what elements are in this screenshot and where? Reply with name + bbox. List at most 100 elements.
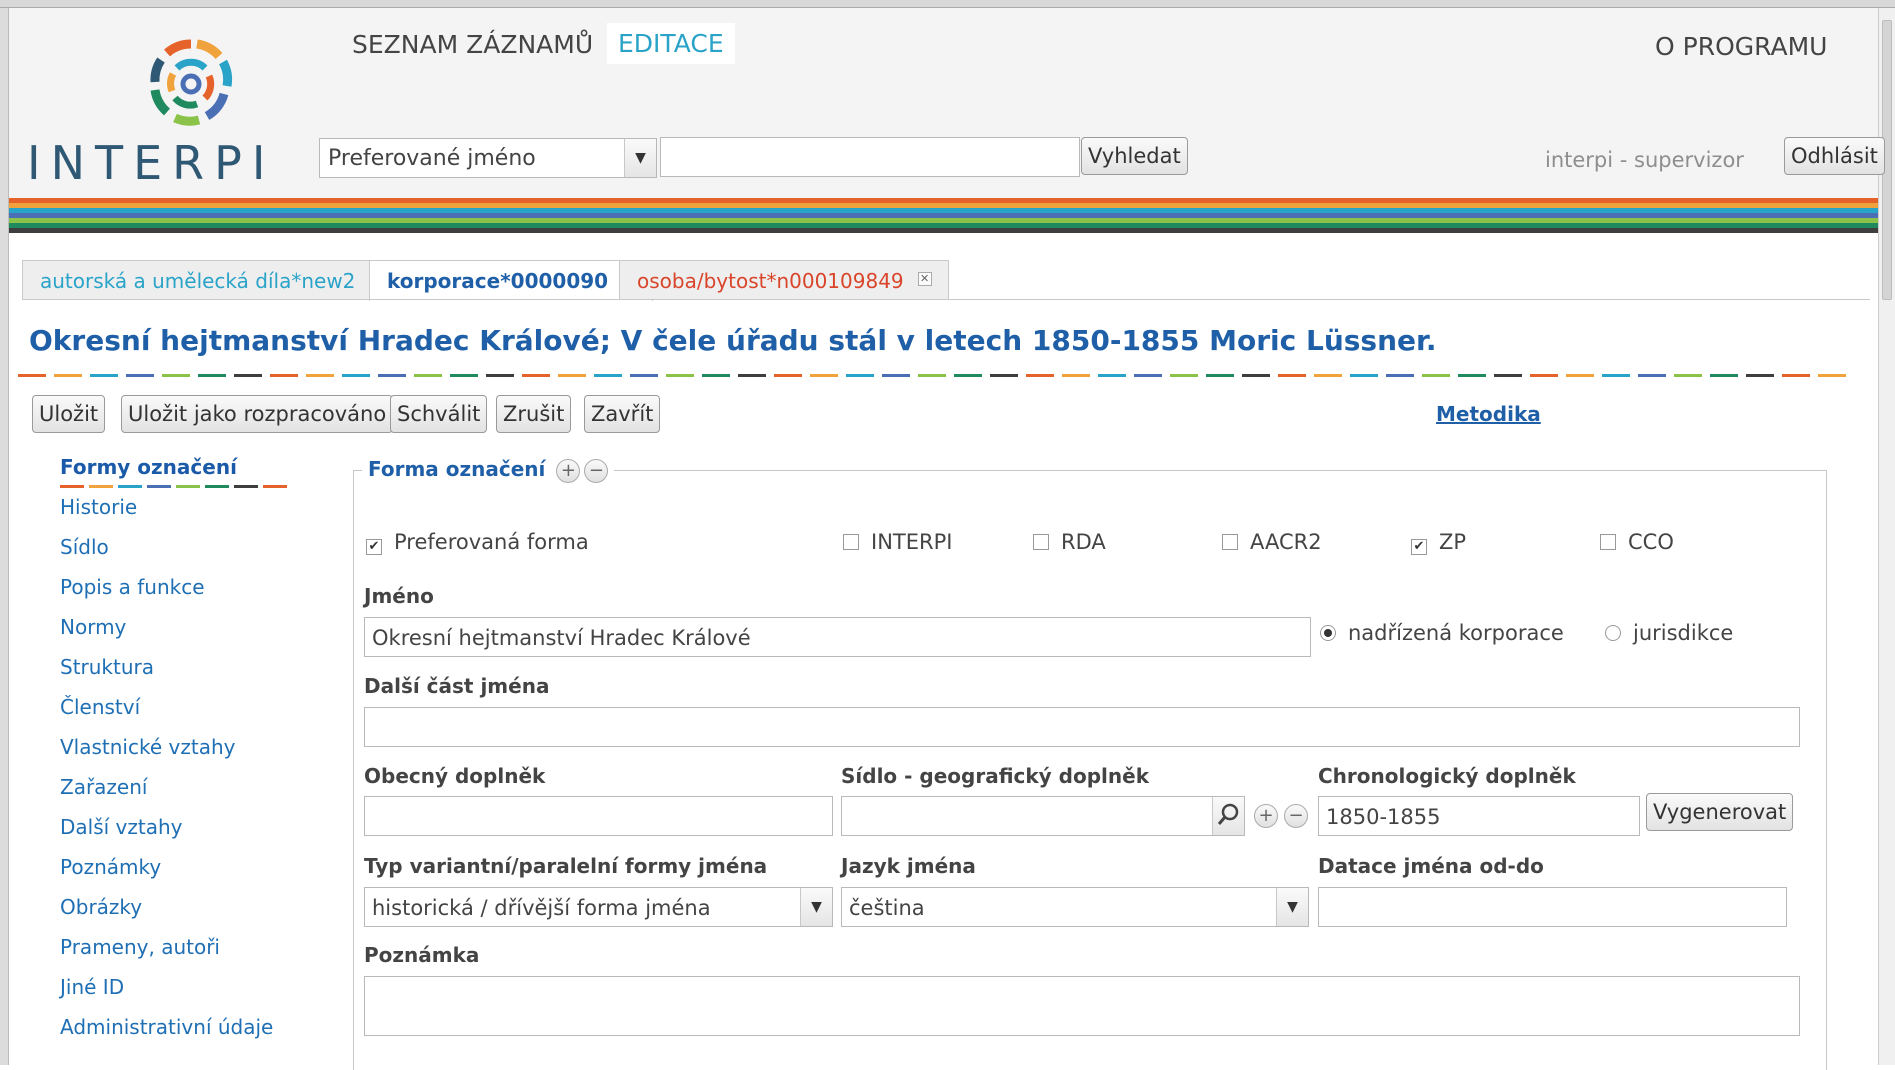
nav-edit-link[interactable]: EDITACE [607,23,735,64]
sidebar-item-sources[interactable]: Prameny, autoři [60,935,220,959]
color-stripe [9,228,1878,233]
sidebar-item-admin[interactable]: Administrativní údaje [60,1015,273,1039]
minus-icon[interactable]: − [584,458,609,483]
jurisdiction-radio[interactable]: jurisdikce [1605,621,1733,645]
sidebar-item-ownership[interactable]: Vlastnické vztahy [60,735,235,759]
general-addition-input[interactable] [364,796,833,836]
search-button[interactable]: Vyhledat [1081,137,1188,175]
checkbox-icon[interactable] [843,534,859,550]
plus-icon[interactable]: + [556,458,581,483]
dating-input[interactable] [1318,887,1787,927]
tab-person[interactable]: osoba/bytost*n000109849 ✕ [619,260,949,300]
divider-dash [1314,374,1342,377]
variant-type-select[interactable]: historická / dřívější forma jména ▼ [364,887,833,927]
divider-dash [990,374,1018,377]
preferred-checkbox[interactable]: ✔ Preferovaná forma [366,530,589,555]
divider-dash [205,485,229,488]
radio-icon[interactable] [1605,625,1621,641]
minus-icon[interactable]: − [1284,804,1308,828]
plus-icon[interactable]: + [1254,804,1278,828]
dating-label: Datace jména od-do [1318,854,1544,878]
divider-dash [846,374,874,377]
checkbox-checked-icon[interactable]: ✔ [366,539,382,555]
sidebar-item-forms[interactable]: Formy označení [60,455,237,479]
divider-dash [60,485,84,488]
divider-dash [176,485,200,488]
close-button[interactable]: Zavřít [584,395,661,433]
divider-dash [918,374,946,377]
cancel-button[interactable]: Zrušit [496,395,572,433]
methodology-link[interactable]: Metodika [1436,402,1541,426]
sidebar-item-norms[interactable]: Normy [60,615,126,639]
current-user: interpi - supervizor [1545,148,1744,172]
search-icon[interactable] [1212,797,1244,835]
divider-dash [1170,374,1198,377]
sidebar-item-classification[interactable]: Zařazení [60,775,147,799]
divider-dash [954,374,982,377]
note-textarea[interactable] [364,976,1800,1036]
parent-corporation-radio[interactable]: nadřízená korporace [1320,621,1564,645]
generate-button[interactable]: Vygenerovat [1646,793,1794,831]
zp-checkbox[interactable]: ✔ ZP [1411,530,1466,555]
variant-type-value: historická / dřívější forma jména [372,896,711,920]
divider-dash [702,374,730,377]
close-icon[interactable]: ✕ [917,272,932,286]
seat-addition-input[interactable] [841,796,1245,836]
nav-records-link[interactable]: SEZNAM ZÁZNAMŮ [352,30,593,59]
sidebar-item-seat[interactable]: Sídlo [60,535,109,559]
checkbox-icon[interactable] [1033,534,1049,550]
rda-checkbox[interactable]: RDA [1033,530,1106,554]
checkbox-checked-icon[interactable]: ✔ [1411,539,1427,555]
seat-addition-label: Sídlo - geografický doplněk [841,764,1150,788]
sidebar-item-description[interactable]: Popis a funkce [60,575,205,599]
legend-label: Forma označení [368,457,546,481]
checkbox-icon[interactable] [1222,534,1238,550]
sidebar-item-images[interactable]: Obrázky [60,895,142,919]
sidebar-item-notes[interactable]: Poznámky [60,855,161,879]
sidebar-item-history[interactable]: Historie [60,495,137,519]
checkbox-icon[interactable] [1600,534,1616,550]
general-addition-label: Obecný doplněk [364,764,546,788]
radio-selected-icon[interactable] [1320,625,1336,641]
color-stripes [9,198,1878,250]
next-part-input[interactable] [364,707,1800,747]
chrono-addition-input[interactable]: 1850-1855 [1318,796,1640,836]
variant-type-label: Typ variantní/paralelní formy jména [364,854,768,878]
save-draft-button[interactable]: Uložit jako rozpracováno [121,395,394,433]
chevron-down-icon: ▼ [1276,888,1308,926]
tab-corporation[interactable]: korporace*0000090✕ [369,260,654,301]
title-divider [18,374,1870,377]
name-input[interactable]: Okresní hejtmanství Hradec Králové [364,617,1311,657]
divider-dash [18,374,46,377]
save-button[interactable]: Uložit [32,395,106,433]
tab-label: autorská a umělecká díla*new2 [40,269,356,293]
search-field-select[interactable]: Preferované jméno ▼ [319,138,657,178]
sidebar-item-structure[interactable]: Struktura [60,655,154,679]
logout-button[interactable]: Odhlásit [1784,137,1885,175]
approve-button[interactable]: Schválit [390,395,488,433]
divider-dash [882,374,910,377]
nav-about-link[interactable]: O PROGRAMU [1655,32,1827,61]
checkbox-label: CCO [1628,530,1674,554]
divider-dash [1206,374,1234,377]
tab-label: korporace*0000090 [387,269,609,293]
divider-dash [486,374,514,377]
sidebar-item-relations[interactable]: Další vztahy [60,815,183,839]
cco-checkbox[interactable]: CCO [1600,530,1674,554]
divider-dash [594,374,622,377]
sidebar-item-membership[interactable]: Členství [60,695,140,719]
divider-dash [1062,374,1090,377]
divider-dash [378,374,406,377]
sidebar-item-other-id[interactable]: Jiné ID [60,975,124,999]
checkbox-label: AACR2 [1250,530,1322,554]
tab-works[interactable]: autorská a umělecká díla*new2✕ [22,260,401,300]
chevron-down-icon: ▼ [800,888,832,926]
aacr2-checkbox[interactable]: AACR2 [1222,530,1322,554]
search-input[interactable] [660,137,1080,177]
app-header: INTERPI SEZNAM ZÁZNAMŮ EDITACE O PROGRAM… [9,8,1885,198]
divider-dash [162,374,190,377]
tab-baseline [22,299,1870,300]
interpi-checkbox[interactable]: INTERPI [843,530,952,554]
language-select[interactable]: čeština ▼ [841,887,1309,927]
divider-dash [1530,374,1558,377]
